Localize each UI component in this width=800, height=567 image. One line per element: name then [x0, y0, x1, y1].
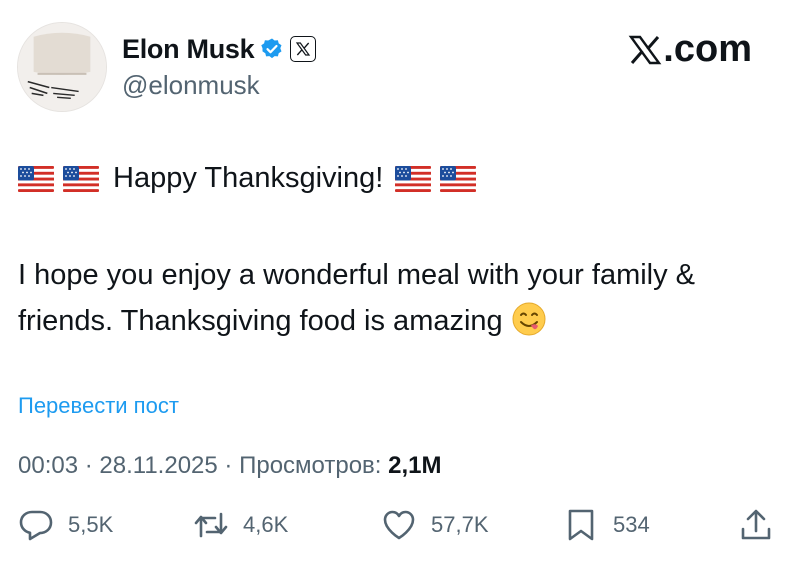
x-affiliate-badge-icon — [290, 36, 317, 62]
us-flag-icon — [395, 165, 432, 192]
bookmark-count: 534 — [613, 512, 650, 537]
avatar-image — [18, 23, 106, 111]
brand-domain: .com — [663, 28, 752, 70]
translate-post-link[interactable]: Перевести пост — [18, 393, 179, 419]
tweet-greeting: Happy Thanksgiving! — [113, 162, 384, 194]
post-date[interactable]: 28.11.2025 — [99, 452, 217, 479]
meta-separator: · — [84, 452, 100, 479]
bookmark-icon — [568, 509, 594, 541]
yum-face-emoji-icon — [511, 301, 547, 337]
like-button[interactable]: 57,7K — [381, 507, 489, 543]
tweet-body: I hope you enjoy a wonderful meal with y… — [18, 252, 788, 344]
share-button[interactable] — [738, 507, 788, 543]
tweet-body-text: I hope you enjoy a wonderful meal with y… — [18, 259, 696, 337]
views-count: 2,1M — [388, 452, 442, 479]
views-label: Просмотров: — [239, 452, 382, 479]
heart-icon — [383, 510, 415, 540]
post-time[interactable]: 00:03 — [18, 452, 78, 479]
avatar[interactable] — [17, 22, 107, 112]
reply-button[interactable]: 5,5K — [18, 507, 113, 543]
reply-icon — [19, 510, 53, 541]
us-flag-icon — [63, 165, 99, 192]
meta-separator: · — [224, 452, 240, 479]
bookmark-button[interactable]: 534 — [563, 507, 650, 543]
author-header: Elon Musk @elonmusk — [122, 30, 317, 101]
author-name[interactable]: Elon Musk — [122, 34, 255, 65]
repost-button[interactable]: 4,6K — [193, 507, 288, 543]
tweet-first-line: Happy Thanksgiving! — [18, 162, 485, 195]
verified-badge-icon — [260, 37, 284, 61]
like-count: 57,7K — [431, 512, 489, 537]
share-icon — [741, 509, 771, 540]
us-flag-icon — [440, 165, 477, 192]
action-bar: 5,5K 4,6K 57,7K 534 — [18, 507, 780, 551]
repost-count: 4,6K — [243, 512, 289, 537]
x-logo-icon — [628, 33, 662, 67]
reply-count: 5,5K — [68, 512, 114, 537]
tweet-meta: 00:03 · 28.11.2025 · Просмотров: 2,1M — [18, 452, 442, 480]
brand-watermark: .com — [628, 28, 752, 71]
author-handle[interactable]: @elonmusk — [122, 70, 316, 101]
us-flag-icon — [18, 165, 54, 192]
repost-icon — [194, 512, 228, 538]
